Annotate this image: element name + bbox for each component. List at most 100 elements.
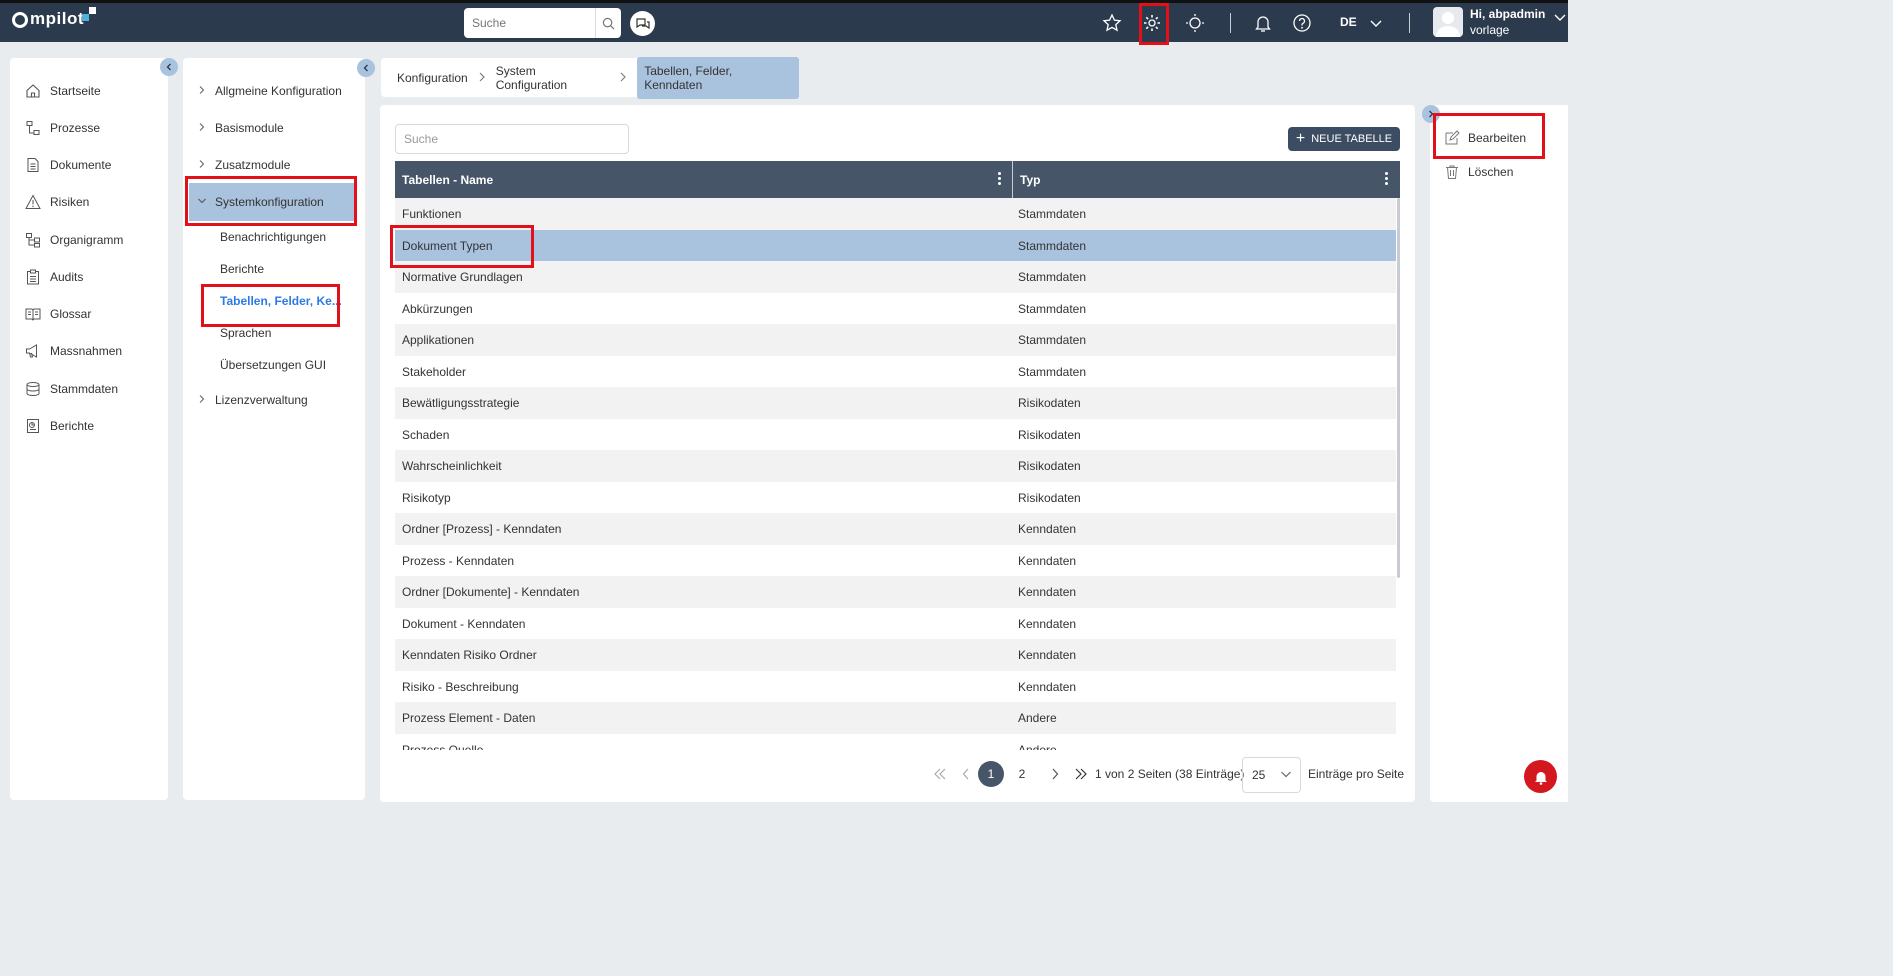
tree-subitem-sprachen[interactable]: Sprachen [220,326,271,340]
cell-table-type: Stammdaten [1018,364,1087,379]
tree-subitem-uebersetzungen-gui[interactable]: Übersetzungen GUI [220,358,326,372]
collapse-tree-button[interactable] [357,59,375,77]
table-row[interactable]: Schaden Risikodaten [395,419,1396,451]
table-row[interactable]: Prozess Element - Daten Andere [395,702,1396,734]
language-selector[interactable]: DE [1340,15,1357,29]
nav-item-label: Prozesse [50,121,101,135]
table-row[interactable]: Kenndaten Risiko Ordner Kenndaten [395,639,1396,671]
column-menu-icon[interactable] [998,172,1002,186]
tree-node-allgemeine-konfiguration[interactable]: Allgmeine Konfiguration [197,80,342,102]
page-2-button[interactable]: 2 [1010,761,1034,787]
nav-item-berichte[interactable]: Berichte [24,415,94,437]
chevron-down-icon[interactable] [1364,11,1388,35]
top-search-input[interactable] [464,9,594,37]
table-row[interactable]: Abkürzungen Stammdaten [395,293,1396,325]
table-row[interactable]: Risikotyp Risikodaten [395,482,1396,514]
table-scrollbar[interactable] [1397,198,1400,578]
table-panel: Suche + NEUE TABELLE Tabellen - Name Typ… [380,105,1415,802]
tree-subitem-berichte[interactable]: Berichte [220,262,264,276]
first-page-icon[interactable] [931,761,949,787]
chat-icon[interactable] [630,11,655,36]
table-row[interactable]: Ordner [Prozess] - Kenndaten Kenndaten [395,513,1396,545]
last-page-icon[interactable] [1073,761,1089,787]
user-menu-chevron-icon[interactable] [1548,5,1572,29]
nav-item-audits[interactable]: Audits [24,266,83,288]
table-row[interactable]: Bewätligungsstrategie Risikodaten [395,387,1396,419]
notification-bell-icon[interactable] [1524,760,1557,793]
help-icon[interactable] [1290,11,1314,35]
breadcrumb-item-system-configuration[interactable]: System Configuration [496,64,609,92]
column-header-name[interactable]: Tabellen - Name [402,173,493,187]
page-1-button[interactable]: 1 [978,761,1004,787]
nav-item-label: Startseite [50,84,101,98]
logo-text: mpilot [30,9,84,28]
table-row[interactable]: Dokument - Kenndaten Kenndaten [395,608,1396,640]
tree-node-zusatzmodule[interactable]: Zusatzmodule [197,154,290,176]
cell-table-type: Stammdaten [1018,207,1087,221]
table-header: Tabellen - Name Typ [395,161,1400,198]
document-icon [24,156,42,174]
pagination-info: 1 von 2 Seiten (38 Einträge) [1095,767,1245,781]
nav-item-glossar[interactable]: Glossar [24,303,91,325]
table-row[interactable]: Prozess - Kenndaten Kenndaten [395,545,1396,577]
tree-node-basismodule[interactable]: Basismodule [197,117,284,139]
config-tree: Allgmeine Konfiguration Basismodule Zusa… [183,58,365,800]
table-row[interactable]: Stakeholder Stammdaten [395,356,1396,388]
cell-table-type: Risikodaten [1018,396,1081,410]
column-resize-handle[interactable] [1012,161,1013,198]
cell-table-type: Risikodaten [1018,490,1081,505]
theme-toggle-icon[interactable] [1183,11,1207,35]
avatar[interactable] [1433,7,1463,37]
nav-item-risiken[interactable]: Risiken [24,191,89,213]
delete-button[interactable]: Löschen [1444,164,1513,180]
table-row[interactable]: Risiko - Beschreibung Kenndaten [395,671,1396,703]
nav-item-massnahmen[interactable]: Massnahmen [24,340,122,362]
user-greeting[interactable]: Hi, abpadmin [1470,7,1545,21]
page-size-label: Einträge pro Seite [1308,767,1405,781]
table-row[interactable]: Dokument Typen Stammdaten [395,229,1396,261]
star-icon[interactable] [1100,11,1124,35]
trash-icon [1444,164,1460,180]
table-row[interactable]: Wahrscheinlichkeit Risikodaten [395,450,1396,482]
previous-page-icon[interactable] [960,761,972,787]
cell-table-type: Stammdaten [1018,270,1087,284]
cell-table-type: Andere [1018,711,1057,725]
cell-table-name: Bewätligungsstrategie [402,396,520,410]
table-row[interactable]: Ordner [Dokumente] - Kenndaten Kenndaten [395,576,1396,608]
bell-icon[interactable] [1251,11,1275,35]
tree-node-label: Zusatzmodule [215,158,291,172]
database-icon [24,380,42,398]
nav-item-prozesse[interactable]: Prozesse [24,117,100,139]
cell-table-name: Ordner [Dokumente] - Kenndaten [402,585,580,599]
nav-item-stammdaten[interactable]: Stammdaten [24,378,118,400]
next-page-icon[interactable] [1049,761,1061,787]
gear-highlight-box [1139,3,1169,45]
cell-table-type: Kenndaten [1018,585,1077,599]
page-size-value: 25 [1252,768,1266,782]
page-size-select[interactable]: 25 [1242,757,1301,793]
table-row[interactable]: Prozess Quelle Andere [395,734,1396,751]
cell-table-type: Kenndaten [1018,522,1077,536]
nav-item-startseite[interactable]: Startseite [24,80,101,102]
column-header-typ[interactable]: Typ [1020,173,1040,187]
cell-table-type: Kenndaten [1018,679,1077,694]
new-table-button[interactable]: + NEUE TABELLE [1288,127,1400,151]
tree-node-lizenzverwaltung[interactable]: Lizenzverwaltung [197,389,308,411]
collapse-nav-button[interactable] [160,58,178,76]
top-bar: mpilot DE Hi, abpadmin vorlage [0,0,1568,45]
nav-item-dokumente[interactable]: Dokumente [24,154,111,176]
cell-table-name: Normative Grundlagen [402,270,523,284]
nav-item-label: Stammdaten [50,382,119,396]
breadcrumb-item-konfiguration[interactable]: Konfiguration [397,71,468,85]
nav-item-organigramm[interactable]: Organigramm [24,229,123,251]
app-logo[interactable]: mpilot [12,7,96,29]
column-menu-icon[interactable] [1385,172,1389,186]
table-row[interactable]: Applikationen Stammdaten [395,324,1396,356]
table-row[interactable]: Funktionen Stammdaten [395,198,1396,230]
table-search-input[interactable]: Suche [395,124,629,154]
table-row[interactable]: Normative Grundlagen Stammdaten [395,261,1396,293]
tree-subitem-benachrichtigungen[interactable]: Benachrichtigungen [220,230,326,244]
cell-table-name: Stakeholder [402,364,467,379]
cell-table-name: Applikationen [402,333,475,347]
search-icon[interactable] [595,8,621,38]
